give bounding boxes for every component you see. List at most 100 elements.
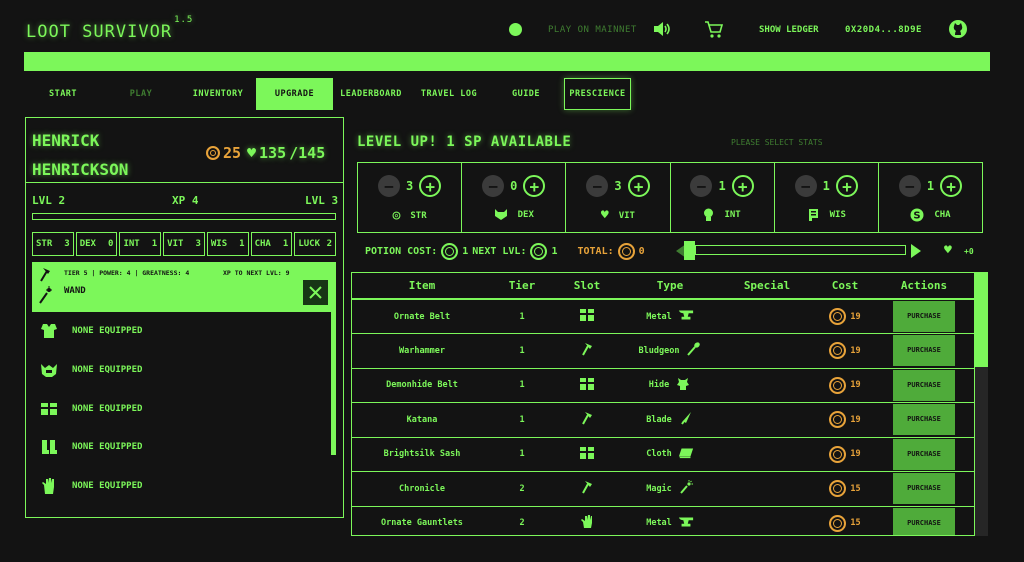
cart-icon[interactable]: [704, 19, 724, 39]
sound-icon[interactable]: [652, 20, 672, 38]
stat-wis: WIS 1: [206, 232, 249, 256]
item-type-label: Magic: [646, 483, 672, 494]
decrease-int-button[interactable]: −: [690, 175, 713, 197]
item-actions: PURCHASE: [874, 368, 974, 403]
increase-str-button[interactable]: +: [419, 175, 442, 197]
upgrade-int: −1 + INT: [671, 163, 775, 232]
increase-dex-button[interactable]: +: [523, 175, 546, 197]
potion-slider-track[interactable]: [695, 245, 906, 255]
chest-armor-icon: [36, 322, 62, 340]
decrease-str-button[interactable]: −: [377, 175, 400, 197]
boots-icon: [36, 438, 62, 456]
cloth-icon: [678, 446, 694, 463]
tab-inventory[interactable]: INVENTORY: [180, 78, 256, 110]
stat-value: 0: [108, 239, 114, 249]
increase-wis-button[interactable]: +: [835, 175, 858, 197]
potion-slider-thumb[interactable]: [684, 241, 695, 260]
tab-play[interactable]: PLAY: [103, 78, 179, 110]
stats-row: STR 3 DEX 0 INT 1 VIT 3 WIS 1 CHA 1 LUCK 2: [32, 232, 337, 256]
slider-increase-arrow[interactable]: [911, 244, 921, 258]
item-cost-value: 15: [850, 483, 861, 494]
item-tier: 1: [492, 402, 552, 438]
tab-upgrade[interactable]: UPGRADE: [256, 78, 333, 110]
col-cost[interactable]: Cost: [816, 273, 874, 300]
market-row: Ornate Gauntlets 2 Metal 15 PURCHASE: [352, 506, 974, 535]
slot-waist[interactable]: NONE EQUIPPED: [32, 399, 142, 419]
item-slot: [552, 299, 622, 334]
purchase-button[interactable]: PURCHASE: [893, 473, 955, 505]
wallet-address-button[interactable]: 0X20D4...8D9E: [845, 25, 922, 35]
item-actions: PURCHASE: [874, 506, 974, 535]
stat-value: 1: [239, 239, 245, 249]
heart-icon: ♥: [247, 144, 257, 162]
purchase-button[interactable]: PURCHASE: [893, 507, 955, 535]
coin-icon: [829, 411, 847, 429]
weapon-xp-to-next: XP TO NEXT LVL: 9: [223, 269, 290, 277]
item-type: Cloth: [622, 437, 718, 472]
coin-icon: [829, 342, 847, 360]
tab-leaderboard[interactable]: LEADERBOARD: [333, 78, 409, 110]
stat-value: 1: [151, 239, 158, 249]
purchase-button[interactable]: PURCHASE: [893, 335, 955, 367]
item-actions: PURCHASE: [874, 299, 974, 334]
decrease-wis-button[interactable]: −: [794, 175, 817, 197]
item-cost: 15: [816, 471, 874, 507]
market-scrollbar-thumb[interactable]: [975, 272, 988, 367]
tab-guide[interactable]: GUIDE: [488, 78, 564, 110]
slot-foot[interactable]: NONE EQUIPPED: [32, 437, 142, 457]
stat-value: 1: [282, 239, 289, 249]
club-icon: [685, 342, 701, 359]
increase-cha-button[interactable]: +: [940, 175, 963, 197]
col-tier[interactable]: Tier: [492, 273, 552, 300]
show-ledger-button[interactable]: SHOW LEDGER: [759, 25, 819, 35]
increase-vit-button[interactable]: +: [627, 175, 650, 197]
col-slot[interactable]: Slot: [552, 273, 622, 300]
slot-label: NONE EQUIPPED: [72, 365, 143, 375]
potion-cost-row: POTION COST: 1 NEXT LVL: 1 TOTAL: 0: [365, 241, 645, 261]
hand-icon: [579, 514, 595, 532]
logo-text-tail: R: [160, 22, 173, 42]
purchase-button[interactable]: PURCHASE: [893, 369, 955, 401]
purchase-button[interactable]: PURCHASE: [893, 404, 955, 436]
decrease-dex-button[interactable]: −: [482, 175, 505, 197]
app-logo[interactable]: LOOT SURVIVOR1.5: [26, 15, 193, 42]
unequip-button[interactable]: [303, 280, 328, 305]
decrease-cha-button[interactable]: −: [898, 175, 921, 197]
logo-text: LOOT SURVIV: [26, 22, 150, 42]
slot-head[interactable]: NONE EQUIPPED: [32, 360, 142, 380]
item-slot: [552, 402, 622, 438]
item-cost-value: 15: [850, 518, 861, 529]
stat-value: 0: [510, 179, 518, 193]
increase-int-button[interactable]: +: [731, 175, 754, 197]
play-on-mainnet-button[interactable]: PLAY ON MAINNET: [548, 25, 637, 35]
anvil-icon: [678, 308, 694, 325]
equipment-scrollbar[interactable]: [331, 312, 336, 455]
col-item[interactable]: Item: [352, 273, 492, 300]
upgrade-str: −3 + ◎ STR: [358, 163, 463, 232]
decrease-vit-button[interactable]: −: [586, 175, 609, 197]
item-type-label: Bludgeon: [638, 345, 680, 356]
purchase-button[interactable]: PURCHASE: [893, 301, 955, 332]
coin-icon: [829, 376, 847, 394]
stat-value: 1: [822, 179, 830, 193]
item-cost-value: 19: [850, 449, 861, 460]
tab-start[interactable]: START: [25, 78, 101, 110]
col-special[interactable]: Special: [718, 273, 816, 300]
tab-prescience[interactable]: PRESCIENCE: [564, 78, 631, 110]
item-slot: [552, 368, 622, 403]
stat-name: LUCK: [298, 239, 320, 249]
stat-value: 3: [405, 179, 414, 193]
tab-travel-log[interactable]: TRAVEL LOG: [410, 78, 488, 110]
market-scrollbar-track[interactable]: [975, 367, 988, 536]
item-tier: 1: [492, 299, 552, 334]
health-current: 135: [259, 144, 287, 162]
item-cost-value: 19: [850, 414, 861, 425]
github-icon[interactable]: [948, 19, 968, 39]
item-cost: 19: [816, 333, 874, 369]
col-type[interactable]: Type: [622, 273, 718, 300]
purchase-button[interactable]: PURCHASE: [893, 438, 955, 470]
waist-icon: [579, 446, 595, 463]
slot-chest[interactable]: NONE EQUIPPED: [32, 321, 142, 341]
heal-heart-icon: ♥: [944, 243, 952, 258]
slot-hand[interactable]: NONE EQUIPPED: [32, 476, 142, 496]
